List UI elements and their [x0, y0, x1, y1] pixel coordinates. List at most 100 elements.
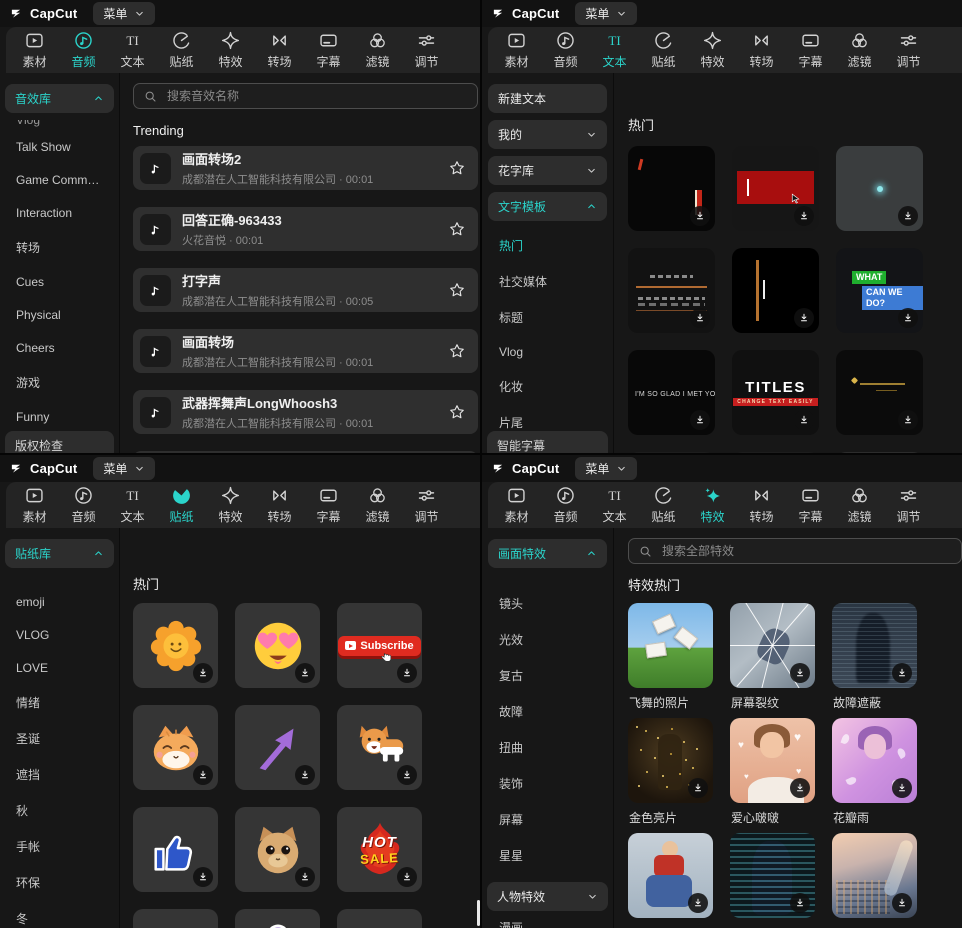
- nav-item-sticker[interactable]: 贴纸: [639, 482, 688, 528]
- sidebar-item-clipped[interactable]: Vlog: [5, 120, 114, 131]
- glitch-mask-thumbnail[interactable]: [832, 603, 917, 688]
- nav-item-effects[interactable]: 特效: [206, 482, 255, 528]
- sidebar-item-clipped[interactable]: [5, 575, 114, 586]
- nav-item-transition[interactable]: 转场: [255, 482, 304, 528]
- new-text-button[interactable]: 新建文本: [488, 84, 607, 113]
- sidebar-item[interactable]: Funny: [5, 401, 114, 434]
- sidebar-item[interactable]: 冬: [5, 901, 114, 928]
- red-hearts-sticker[interactable]: [133, 909, 218, 928]
- glad-met-you-template[interactable]: I'M SO GLAD I MET YOU...: [628, 350, 715, 435]
- download-button[interactable]: [295, 765, 315, 785]
- sidebar-item[interactable]: Physical: [5, 299, 114, 332]
- nav-item-text[interactable]: TI文本: [590, 482, 639, 528]
- download-button[interactable]: [688, 778, 708, 798]
- nav-item-media[interactable]: 素材: [10, 482, 59, 528]
- download-button[interactable]: [688, 893, 708, 913]
- city-dusk-thumbnail[interactable]: [832, 833, 917, 918]
- sidebar-item[interactable]: 游戏: [5, 365, 114, 401]
- download-button[interactable]: [790, 778, 810, 798]
- cracked-screen-thumbnail[interactable]: [730, 603, 815, 688]
- sidebar-item[interactable]: 漫画: [488, 910, 607, 928]
- nav-item-sticker[interactable]: 贴纸: [157, 482, 206, 528]
- thumbs-up-sticker[interactable]: [133, 807, 218, 892]
- download-button[interactable]: [690, 308, 710, 328]
- nav-item-transition[interactable]: 转场: [255, 27, 304, 73]
- favorite-star-button[interactable]: [448, 403, 466, 421]
- nav-item-captions[interactable]: 字幕: [304, 27, 353, 73]
- download-button[interactable]: [397, 765, 417, 785]
- heart-bubbles-thumbnail[interactable]: ♥♥♥♥: [730, 718, 815, 803]
- sidebar-item[interactable]: Cheers: [5, 332, 114, 365]
- nav-item-effects[interactable]: 特效: [688, 482, 737, 528]
- sidebar-item[interactable]: Vlog: [488, 336, 607, 369]
- gold-script-template[interactable]: [836, 350, 923, 435]
- download-button[interactable]: [790, 663, 810, 683]
- sound-track-row[interactable]: 画面转场成都潜在人工智能科技有限公司 · 00:01: [133, 329, 478, 373]
- sidebar-item[interactable]: 屏幕: [488, 802, 607, 838]
- flower-smiley-sticker[interactable]: [133, 603, 218, 688]
- gold-sequins-thumbnail[interactable]: [628, 718, 713, 803]
- menu-button[interactable]: 菜单: [575, 2, 637, 25]
- sidebar-item[interactable]: 遮挡: [5, 757, 114, 793]
- sticker-library-header[interactable]: 贴纸库: [5, 539, 114, 568]
- sidebar-item[interactable]: 社交媒体: [488, 264, 607, 300]
- nav-item-captions[interactable]: 字幕: [304, 482, 353, 528]
- video-effects-header[interactable]: 画面特效: [488, 539, 607, 568]
- sound-track-row-clipped[interactable]: [133, 451, 478, 453]
- gold-sparkle-sticker[interactable]: [337, 909, 422, 928]
- nav-item-text[interactable]: TI文本: [108, 482, 157, 528]
- nav-item-sticker[interactable]: 贴纸: [639, 27, 688, 73]
- nav-item-filters[interactable]: 滤镜: [835, 482, 884, 528]
- text-group-2[interactable]: 花字库: [488, 156, 607, 185]
- download-button[interactable]: [898, 410, 918, 430]
- download-button[interactable]: [193, 663, 213, 683]
- nav-item-effects[interactable]: 特效: [206, 27, 255, 73]
- download-button[interactable]: [892, 663, 912, 683]
- text-group-1[interactable]: 我的: [488, 120, 607, 149]
- red-shirt-portrait-thumbnail[interactable]: [628, 833, 713, 918]
- nav-item-effects[interactable]: 特效: [688, 27, 737, 73]
- titles-template[interactable]: TITLESCHANGE TEXT EASILY: [732, 350, 819, 435]
- sidebar-item[interactable]: 热门: [488, 228, 607, 264]
- sidebar-item[interactable]: 镜头: [488, 586, 607, 622]
- search-input[interactable]: [660, 543, 952, 559]
- sidebar-item-clipped[interactable]: [488, 575, 607, 586]
- sidebar-item[interactable]: Game Comment...: [5, 164, 114, 197]
- sleepy-cat-sticker[interactable]: [133, 705, 218, 790]
- sound-track-row[interactable]: 打字声成都潜在人工智能科技有限公司 · 00:05: [133, 268, 478, 312]
- sidebar-item[interactable]: 转场: [5, 230, 114, 266]
- nav-item-audio[interactable]: 音频: [541, 482, 590, 528]
- sidebar-item[interactable]: 秋: [5, 793, 114, 829]
- nav-item-captions[interactable]: 字幕: [786, 482, 835, 528]
- nav-item-transition[interactable]: 转场: [737, 482, 786, 528]
- petal-rain-thumbnail[interactable]: [832, 718, 917, 803]
- nav-item-filters[interactable]: 滤镜: [353, 27, 402, 73]
- download-button[interactable]: [898, 206, 918, 226]
- flying-photos-thumbnail[interactable]: [628, 603, 713, 688]
- corgi-dog-sticker[interactable]: [337, 705, 422, 790]
- sound-track-row[interactable]: 回答正确-963433火花音悦 · 00:01: [133, 207, 478, 251]
- nav-item-media[interactable]: 素材: [492, 482, 541, 528]
- sidebar-item[interactable]: 化妆: [488, 369, 607, 405]
- download-button[interactable]: [898, 308, 918, 328]
- download-button[interactable]: [193, 765, 213, 785]
- scrollbar-thumb[interactable]: [477, 900, 480, 926]
- download-button[interactable]: [690, 206, 710, 226]
- download-button[interactable]: [794, 308, 814, 328]
- text-template-clipped[interactable]: [732, 452, 819, 453]
- sound-library-header[interactable]: 音效库: [5, 84, 114, 113]
- favorite-star-button[interactable]: [448, 342, 466, 360]
- download-button[interactable]: [397, 663, 417, 683]
- sidebar-item[interactable]: 光效: [488, 622, 607, 658]
- sidebar-item[interactable]: 手帐: [5, 829, 114, 865]
- sidebar-item[interactable]: 扭曲: [488, 730, 607, 766]
- sidebar-item[interactable]: 复古: [488, 658, 607, 694]
- sidebar-item[interactable]: LOVE: [5, 652, 114, 685]
- download-button[interactable]: [892, 893, 912, 913]
- nav-item-adjust[interactable]: 调节: [884, 482, 933, 528]
- nav-item-captions[interactable]: 字幕: [786, 27, 835, 73]
- copyright-check-button[interactable]: 版权检查: [5, 431, 114, 455]
- download-button[interactable]: [193, 867, 213, 887]
- sidebar-item[interactable]: Interaction: [5, 197, 114, 230]
- nav-item-text[interactable]: TI文本: [590, 27, 639, 73]
